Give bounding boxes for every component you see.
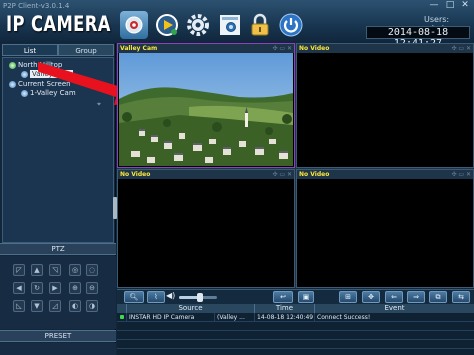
ptz-header[interactable]: PTZ <box>0 243 116 255</box>
tree-node-label: North Hilltop <box>18 61 63 69</box>
lock-icon[interactable] <box>246 11 274 39</box>
speaker-icon: ◀) <box>166 291 176 300</box>
video-cell-4[interactable]: No Video ✣ ▭ ✕ <box>296 169 474 288</box>
preset-header[interactable]: PRESET <box>0 330 116 342</box>
ptz-up-left-button[interactable]: ◸ <box>13 264 25 276</box>
focus-far-button[interactable]: ⊖ <box>86 282 98 294</box>
tab-list[interactable]: List <box>2 44 58 56</box>
row-source-detail: (Valley ... <box>215 313 255 322</box>
preset-area <box>0 343 116 355</box>
volume-knob[interactable] <box>196 293 203 302</box>
ptz-controls: ◸ ▲ ◹ ◀ ↻ ▶ ◺ ▼ ◿ ◎ ◌ ⊕ ⊖ ◐ ◑ <box>0 256 116 329</box>
snapshot-button[interactable]: ▣ <box>298 291 314 303</box>
video-cell-header: Valley Cam ✣ ▭ ✕ <box>118 44 294 53</box>
volume-slider[interactable] <box>179 293 217 302</box>
ptz-left-button[interactable]: ◀ <box>13 282 25 294</box>
zoom-out-button[interactable]: ◌ <box>86 264 98 276</box>
pin-icon[interactable]: ⌖ <box>97 100 101 109</box>
video-cell-2[interactable]: No Video ✣ ▭ ✕ <box>296 43 474 168</box>
cell-controls-icon[interactable]: ✣ ▭ ✕ <box>272 44 292 53</box>
maximize-button[interactable]: □ <box>443 0 457 10</box>
row-time: 14-08-18 12:40:49 <box>257 313 315 322</box>
tab-group[interactable]: Group <box>58 44 114 56</box>
fullscreen-button[interactable]: ✥ <box>362 291 380 303</box>
video-cell-label: No Video <box>299 171 330 178</box>
bottom-toolbar: 🔍︎ ⌇ ◀) ↩ ▣ ⊞ ✥ ⇐ ⇒ ⧉ ⇆ <box>117 289 474 304</box>
iris-close-button[interactable]: ◑ <box>86 300 98 312</box>
video-cell-header: No Video ✣ ▭ ✕ <box>297 44 473 53</box>
video-cell-label: No Video <box>120 171 151 178</box>
ptz-auto-button[interactable]: ↻ <box>31 282 43 294</box>
device-tree: North Hilltop Valley Cam Current Screen … <box>2 57 114 243</box>
event-log: Source Time Event INSTAR HD IP Camera (V… <box>117 304 474 355</box>
power-icon[interactable] <box>277 11 305 39</box>
video-cell-label: Valley Cam <box>120 45 158 52</box>
video-cell-1[interactable]: Valley Cam ✣ ▭ ✕ <box>117 43 295 168</box>
row-source: INSTAR HD IP Camera <box>127 313 215 322</box>
layout-4-button[interactable]: ⊞ <box>339 291 357 303</box>
ptz-up-right-button[interactable]: ◹ <box>49 264 61 276</box>
col-event[interactable]: Event <box>315 304 474 313</box>
tree-node-current-screen[interactable]: Current Screen <box>9 80 71 88</box>
play-icon[interactable] <box>153 11 181 39</box>
focus-near-button[interactable]: ⊕ <box>69 282 81 294</box>
cell-controls-icon[interactable]: ✣ ▭ ✕ <box>451 44 471 53</box>
previous-page-button[interactable]: ↩ <box>273 291 293 303</box>
table-row <box>117 340 474 349</box>
camera-icon[interactable] <box>120 11 148 39</box>
table-row <box>117 331 474 340</box>
screen-icon <box>9 80 16 88</box>
col-source[interactable]: Source <box>127 304 255 313</box>
next-group-button[interactable]: ⇒ <box>407 291 425 303</box>
microphone-button[interactable]: ⌇ <box>147 291 165 303</box>
tree-node-1-valley-cam[interactable]: 1-Valley Cam <box>21 89 76 97</box>
col-time[interactable]: Time <box>255 304 315 313</box>
online-icon <box>9 61 16 69</box>
tree-node-label: 1-Valley Cam <box>30 89 76 97</box>
app-window: P2P Client-v3.0.1.4 IP CAMERA — □ ✕ User… <box>0 0 474 355</box>
swap-button[interactable]: ⧉ <box>429 291 447 303</box>
row-event: Connect Success! <box>317 314 371 321</box>
gear-icon[interactable] <box>184 11 212 39</box>
sidebar-tabs: List Group <box>2 44 114 56</box>
iris-open-button[interactable]: ◐ <box>69 300 81 312</box>
tree-node-label: Current Screen <box>18 80 71 88</box>
search-button[interactable]: 🔍︎ <box>124 291 144 303</box>
live-camera-image <box>119 53 293 166</box>
tree-node-label: Valley Cam <box>30 70 74 78</box>
video-cell-3[interactable]: No Video ✣ ▭ ✕ <box>117 169 295 288</box>
cell-controls-icon[interactable]: ✣ ▭ ✕ <box>272 170 292 179</box>
search-icon[interactable] <box>216 11 244 39</box>
sidebar: List Group North Hilltop Valley Cam Curr… <box>0 43 117 355</box>
cell-controls-icon[interactable]: ✣ ▭ ✕ <box>451 170 471 179</box>
table-row <box>117 322 474 331</box>
event-log-header: Source Time Event <box>117 304 474 313</box>
window-title: P2P Client-v3.0.1.4 <box>3 2 70 10</box>
brand-logo: IP CAMERA <box>6 12 111 36</box>
sequence-button[interactable]: ⇆ <box>452 291 470 303</box>
prev-group-button[interactable]: ⇐ <box>385 291 403 303</box>
datetime-display: 2014-08-18 12:41:27 <box>366 26 470 49</box>
ptz-down-left-button[interactable]: ◺ <box>13 300 25 312</box>
video-cell-label: No Video <box>299 45 330 52</box>
col-status <box>117 304 127 313</box>
tree-node-valley-cam[interactable]: Valley Cam <box>21 70 74 78</box>
ptz-down-right-button[interactable]: ◿ <box>49 300 61 312</box>
ptz-right-button[interactable]: ▶ <box>49 282 61 294</box>
ptz-down-button[interactable]: ▼ <box>31 300 43 312</box>
zoom-in-button[interactable]: ◎ <box>69 264 81 276</box>
video-cell-header: No Video ✣ ▭ ✕ <box>297 170 473 179</box>
camera-icon <box>21 89 28 97</box>
ptz-up-button[interactable]: ▲ <box>31 264 43 276</box>
camera-icon <box>21 70 28 78</box>
minimize-button[interactable]: — <box>427 0 441 10</box>
video-cell-header: No Video ✣ ▭ ✕ <box>118 170 294 179</box>
status-icon <box>117 313 127 322</box>
close-button[interactable]: ✕ <box>458 0 472 10</box>
title-toolbar: P2P Client-v3.0.1.4 IP CAMERA — □ ✕ User… <box>0 0 474 49</box>
tree-node-north-hilltop[interactable]: North Hilltop <box>9 61 62 69</box>
table-row[interactable]: INSTAR HD IP Camera (Valley ... 14-08-18… <box>117 313 474 322</box>
video-grid: Valley Cam ✣ ▭ ✕ No Video ✣ ▭ ✕ No Video… <box>117 43 474 288</box>
